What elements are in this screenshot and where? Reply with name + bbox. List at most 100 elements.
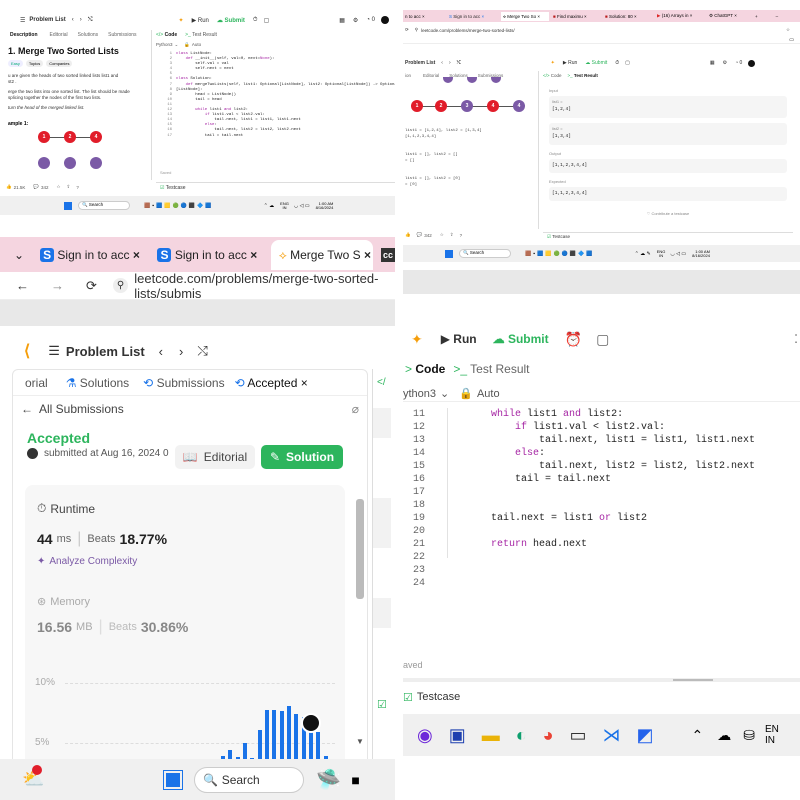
q3-leetcode-logo[interactable]: ⟨ (24, 341, 30, 361)
q4-tray-drive-icon[interactable]: ⛁ (743, 727, 755, 744)
q3-reload-icon[interactable]: ⟳ (86, 278, 97, 294)
q2-tab[interactable]: ⚙ ChatGPT × (709, 13, 751, 19)
q1-chip-companies[interactable]: Companies (46, 60, 73, 67)
q2-reload-icon[interactable]: ⟳ (405, 27, 409, 33)
q1-note-icon[interactable]: ▢ (264, 17, 270, 24)
q2-search-box[interactable]: 🔍 Search (459, 249, 511, 258)
q1-chip-topics[interactable]: Topics (25, 60, 44, 67)
q3-tab[interactable]: S Sign in to acc × (157, 247, 260, 262)
q1-tab-editorial[interactable]: Editorial (50, 32, 68, 38)
q4-note-icon[interactable]: ▢ (596, 331, 609, 348)
q4-drag-handle[interactable] (673, 679, 713, 681)
q4-terminal-icon[interactable]: ▭ (569, 725, 586, 746)
q3-tab-partial[interactable]: cc (381, 247, 395, 262)
q4-tray-app-icon[interactable]: ☁ (717, 727, 731, 744)
q1-next-icon[interactable]: › (80, 17, 82, 23)
q2-streak-icon[interactable]: ◔ 0 (735, 60, 742, 66)
q1-star-icon[interactable]: ☆ (57, 184, 61, 190)
q2-tab-description[interactable]: ion (405, 73, 411, 78)
q1-list-icon[interactable]: ☰ (20, 17, 25, 24)
q3-forward-icon[interactable]: → (51, 278, 64, 293)
q3-problem-list[interactable]: Problem List (66, 344, 145, 359)
q3-tab-submissions[interactable]: ⟲ Submissions (143, 376, 224, 390)
q3-shuffle-icon[interactable]: ⤭ (197, 343, 207, 359)
q2-star-icon[interactable]: ☆ (786, 27, 790, 33)
q2-prev-icon[interactable]: ‹ (441, 60, 443, 66)
q2-debug-icon[interactable]: ✦ (551, 60, 555, 66)
q3-url[interactable]: leetcode.com/problems/merge-two-sorted-l… (134, 271, 395, 301)
q2-tray-icons[interactable]: ⌃ ☁ ✎ (635, 251, 651, 257)
q2-taskbar-apps[interactable]: 🟫▪🟦🟨🟢🔵⬛🔷🟦 (525, 251, 595, 257)
q3-back-arrow-icon[interactable]: ← (21, 402, 33, 416)
q4-edge-browser-icon[interactable]: ◐ (516, 725, 527, 746)
q4-chevron-down-icon[interactable]: ⌄ (440, 387, 449, 400)
q1-prev-icon[interactable]: ‹ (72, 17, 74, 23)
q1-testcase-bar[interactable]: ☑ Testcase (156, 182, 395, 192)
q1-like-icon[interactable]: 👍 (6, 184, 12, 190)
q1-run-button[interactable]: ▶ Run (192, 17, 209, 24)
q2-comment-icon[interactable]: 💬 (417, 232, 423, 238)
q2-folder-icon[interactable]: ▭ (789, 37, 794, 43)
q2-run-button[interactable]: ▶ Run (563, 60, 577, 66)
q1-search-box[interactable]: 🔍 Search (78, 201, 130, 210)
q1-taskbar-apps[interactable]: 🟫▪🟦🟨🟢🔵⬛🔷🟦 (144, 203, 214, 209)
q3-search-box[interactable]: 🔍 Search (194, 766, 305, 793)
q2-star-icon[interactable]: ☆ (440, 232, 444, 238)
q4-submit-button[interactable]: ☁ Submit (493, 332, 549, 346)
q3-all-submissions[interactable]: All Submissions (39, 402, 124, 416)
q4-app-icon[interactable]: ◉ (417, 725, 433, 746)
q4-paint-icon[interactable]: ◩ (637, 725, 654, 746)
q1-problem-list[interactable]: Problem List (29, 17, 65, 23)
q3-site-icon[interactable]: ⚲ (112, 278, 129, 293)
q4-code-editor[interactable]: while list1 and list2: if list1.val < li… (443, 408, 793, 590)
q4-chrome-icon[interactable]: ◕ (543, 725, 554, 746)
q4-edge-icon[interactable]: ⁚ (794, 332, 798, 346)
q1-chevron-down-icon[interactable]: ⌄ (175, 42, 179, 48)
q1-chip-easy[interactable]: Easy (8, 60, 23, 67)
q3-tab-editorial[interactable]: orial (25, 376, 48, 390)
q2-like-icon[interactable]: 👍 (405, 232, 411, 238)
q3-link-icon[interactable]: ⌀ (352, 402, 359, 416)
q3-sliver-checkbox-icon[interactable]: ☑ (377, 698, 395, 711)
q4-vscode-icon[interactable]: ⋊ (603, 725, 621, 746)
q3-taskbar-app-icon[interactable]: ■ (351, 772, 359, 788)
q2-minimize-icon[interactable]: – (776, 14, 779, 19)
q1-tab-result[interactable]: >_ Test Result (185, 32, 217, 38)
q1-debug-icon[interactable]: ✦ (179, 17, 184, 24)
q1-windows-icon[interactable] (64, 201, 72, 210)
q2-url[interactable]: leetcode.com/problems/merge-two-sorted-l… (421, 28, 515, 33)
q2-timer-icon[interactable]: ⏱ (615, 60, 619, 66)
q3-tab-list-icon[interactable]: ⌄ (14, 248, 24, 262)
q2-help-icon[interactable]: ? (460, 233, 463, 238)
q2-settings-icon[interactable]: ⚙ (723, 60, 727, 66)
q1-lang-select[interactable]: Python3 (156, 42, 173, 47)
q2-tab[interactable]: ■ Find maximu × (553, 14, 601, 19)
q1-layout-icon[interactable]: ▦ (339, 17, 345, 24)
q2-new-tab-icon[interactable]: + (755, 14, 758, 19)
q2-next-icon[interactable]: › (449, 60, 451, 66)
q1-tab-description[interactable]: Description (10, 32, 38, 38)
q2-tab-editorial[interactable]: Editorial (423, 73, 439, 78)
q3-tab[interactable]: S Sign in to acc × (40, 247, 143, 262)
q1-settings-icon[interactable]: ⚙ (353, 17, 358, 24)
q4-tab-result[interactable]: >_ Test Result (453, 362, 529, 376)
q4-timer-icon[interactable]: ⏰ (565, 331, 582, 348)
q4-tab-code[interactable]: > Code (405, 362, 445, 376)
q2-tab-code[interactable]: </> Code (543, 73, 562, 78)
q3-next-icon[interactable]: › (179, 344, 183, 359)
q2-share-icon[interactable]: ⇪ (450, 232, 454, 238)
q1-tab-submissions[interactable]: Submissions (108, 32, 136, 38)
q4-tray-chevron-icon[interactable]: ⌃ (692, 727, 704, 744)
q4-lang-select[interactable]: ython3 (403, 388, 436, 400)
q4-debug-icon[interactable]: ✦ (411, 331, 423, 348)
q2-avatar[interactable] (748, 59, 756, 67)
q3-back-icon[interactable]: ← (16, 278, 29, 293)
q1-timer-icon[interactable]: ⏱ (253, 17, 258, 24)
q2-tab[interactable]: ▶ (16) Arrays in × (657, 13, 705, 19)
q1-code-editor[interactable]: class ListNode: def __init__(self, val=0… (176, 52, 395, 139)
q2-problem-list[interactable]: Problem List (405, 60, 435, 66)
q2-tab[interactable]: ■ Solution: 80 × (605, 14, 653, 19)
q2-tab-result[interactable]: >_ Test Result (568, 73, 598, 78)
q4-run-button[interactable]: ▶ Run (441, 332, 477, 346)
q2-wifi-icon[interactable]: ◡ ◁ ▭ (670, 251, 686, 257)
